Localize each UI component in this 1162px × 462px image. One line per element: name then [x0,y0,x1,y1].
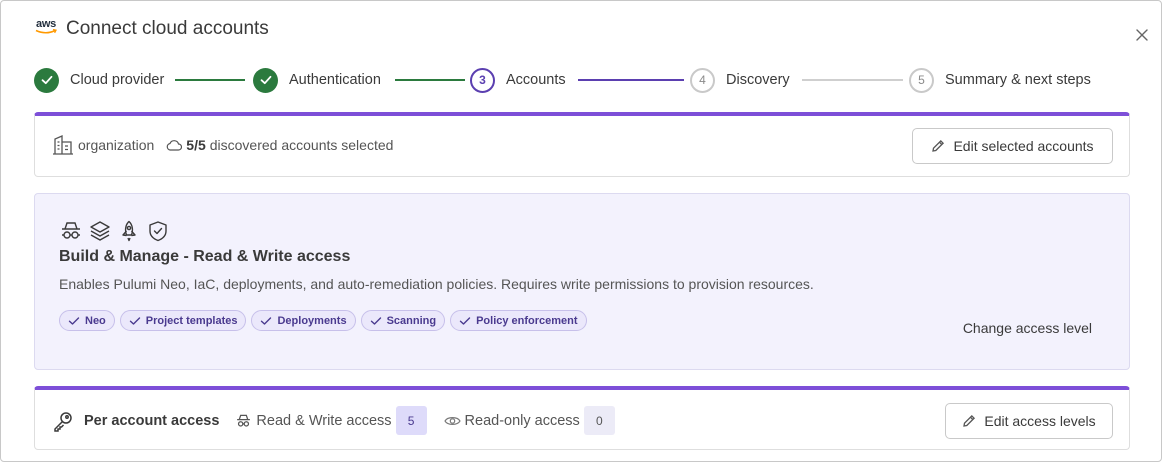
pencil-icon [963,414,976,427]
feature-chip-neo: Neo [59,310,115,331]
read-only-label: Read-only access [464,412,580,429]
check-icon [459,316,471,325]
step-label: Cloud provider [70,72,165,88]
close-icon[interactable] [1134,27,1150,43]
connect-cloud-accounts-dialog: aws Connect cloud accounts Cloud provide… [0,0,1162,462]
access-level-description: Enables Pulumi Neo, IaC, deployments, an… [59,276,814,292]
org-label: organization [78,137,155,153]
step-accounts[interactable]: 3 Accounts [470,67,566,93]
step-number: 3 [470,67,495,93]
progress-stepper: Cloud provider Authentication 3 Accounts… [34,67,1114,93]
check-icon [261,316,272,325]
step-cloud-provider[interactable]: Cloud provider [34,67,164,93]
read-write-label: Read & Write access [256,412,392,429]
feature-chips: Neo Project templates Deployments Scanni… [59,310,587,331]
step-discovery[interactable]: 4 Discovery [690,67,790,93]
step-connector [175,79,245,81]
feature-icons [59,220,170,242]
step-authentication[interactable]: Authentication [253,67,381,93]
step-label: Authentication [289,72,381,88]
feature-chip-deployments: Deployments [251,310,356,331]
accounts-summary: organization 5/5 discovered accounts sel… [52,135,393,155]
check-icon [253,67,278,93]
layers-icon [90,221,110,241]
cloud-icon [166,139,183,151]
step-summary[interactable]: 5 Summary & next steps [909,67,1091,93]
step-connector [395,79,465,81]
step-label: Accounts [506,72,566,88]
shield-check-icon [149,221,167,242]
rocket-icon [122,220,136,242]
check-icon [68,316,80,325]
edit-access-levels-button[interactable]: Edit access levels [945,403,1113,439]
access-level-card: Build & Manage - Read & Write access Ena… [34,193,1130,370]
feature-chip-project-templates: Project templates [119,310,247,331]
check-icon [370,316,381,325]
button-label: Edit selected accounts [953,138,1094,154]
feature-chip-policy-enforcement: Policy enforcement [450,310,587,331]
building-icon [52,135,74,155]
feature-chip-scanning: Scanning [360,310,446,331]
change-access-level-link[interactable]: Change access level [963,320,1092,336]
aws-logo: aws [34,17,58,37]
step-label: Summary & next steps [945,72,1091,88]
spy-icon [235,413,252,429]
per-account-access-card: Per account access Read & Write access 5… [34,386,1130,450]
pencil-icon [932,139,945,152]
check-icon [34,67,59,93]
step-number: 5 [909,67,934,93]
eye-icon [443,415,461,427]
step-number: 4 [690,67,715,93]
step-connector [578,79,684,81]
dialog-title: Connect cloud accounts [66,18,269,39]
button-label: Edit access levels [984,413,1096,429]
selected-text: discovered accounts selected [209,137,394,153]
step-label: Discovery [726,72,790,88]
edit-selected-accounts-button[interactable]: Edit selected accounts [912,128,1113,164]
selected-count: 5/5 [186,137,206,153]
per-account-title: Per account access [84,412,220,429]
per-account-summary: Per account access Read & Write access 5… [52,406,615,435]
selected-accounts-card: organization 5/5 discovered accounts sel… [34,112,1130,177]
spy-icon [62,222,80,239]
read-write-count-badge: 5 [395,406,427,435]
check-icon [129,316,140,325]
key-icon [52,410,74,432]
step-connector [802,79,903,81]
access-level-title: Build & Manage - Read & Write access [59,248,351,265]
read-only-count-badge: 0 [583,406,615,435]
dialog-header: aws Connect cloud accounts [34,18,269,40]
